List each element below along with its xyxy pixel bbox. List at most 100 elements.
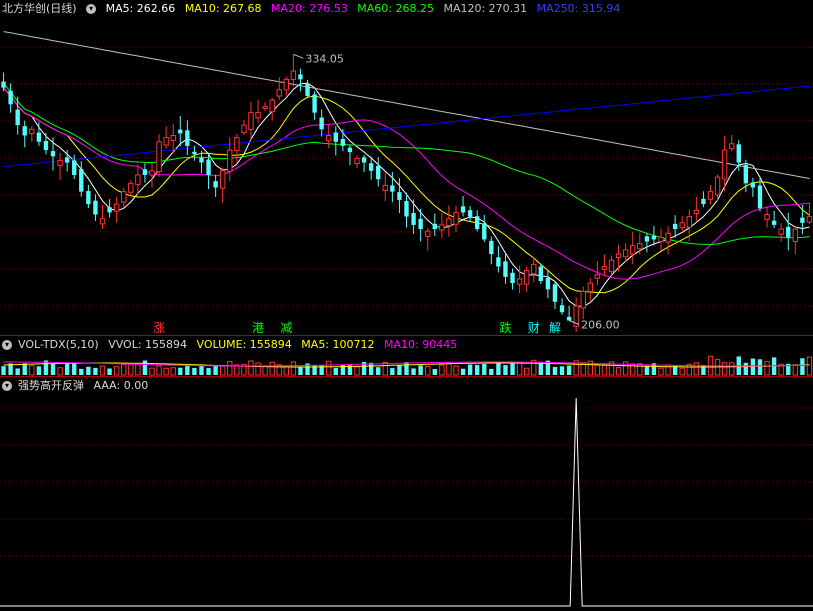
candle-body: [559, 305, 565, 313]
event-marker: 跌: [499, 320, 511, 335]
volume-bar: [503, 365, 508, 375]
event-marker: 港: [252, 321, 264, 335]
candle-body: [206, 159, 211, 175]
volume-bar: [800, 358, 805, 375]
panel-divider: [0, 376, 813, 377]
volume-bar: [290, 361, 297, 376]
vol-ma10-legend: MA10: 90445: [384, 338, 458, 351]
candle-body: [439, 224, 445, 231]
vvol-legend: VVOL: 155894: [108, 338, 188, 351]
candle-body: [269, 99, 275, 113]
candle-body: [489, 240, 494, 254]
ma120-line: [3, 31, 810, 179]
volume-bar: [510, 362, 515, 375]
ma10-legend: MA10: 267.68: [184, 2, 262, 15]
candle-body: [729, 143, 735, 150]
candle-body: [482, 223, 487, 240]
candle-body: [178, 129, 183, 134]
candle-body: [679, 222, 685, 229]
candle-body: [757, 185, 763, 209]
volume-bar: [135, 363, 141, 376]
volume-bar: [467, 364, 473, 375]
event-marker: 财: [528, 321, 540, 335]
candle-body: [686, 216, 692, 228]
volume-bar: [79, 368, 84, 375]
volume-bar: [262, 365, 268, 376]
indicator-title: 强势高开反弹: [18, 379, 84, 392]
volume-bar: [792, 364, 799, 376]
settings-icon[interactable]: ▾: [86, 4, 97, 14]
volume-bar: [418, 365, 423, 375]
volume-bar: [411, 368, 416, 375]
candle-body: [93, 200, 98, 215]
candle-body: [630, 245, 636, 255]
candle-body: [361, 157, 367, 163]
volume-bar: [64, 362, 70, 375]
candle-body: [213, 181, 218, 188]
chart-title: 北方华创(日线): [2, 2, 77, 15]
candle-body: [255, 112, 261, 119]
candle-body: [786, 226, 791, 238]
candle-body: [135, 174, 141, 185]
candle-body: [283, 78, 290, 91]
candle-body: [587, 282, 594, 293]
candle-body: [503, 261, 508, 277]
candle-body: [538, 266, 544, 282]
low-price-label: 206.00: [581, 319, 620, 332]
volume-bar: [496, 361, 501, 375]
candle-body: [192, 151, 197, 155]
vol-settings-icon[interactable]: ▾: [2, 340, 12, 350]
candle-body: [594, 274, 601, 279]
volume-bar: [298, 366, 303, 375]
candle-body: [665, 232, 671, 243]
volume-bar: [213, 365, 218, 375]
candle-body: [721, 149, 728, 180]
volume-bar: [439, 364, 445, 376]
candle-body: [199, 157, 204, 163]
volume-bar: [390, 368, 395, 375]
ma250-legend: MA250: 315.94: [536, 2, 621, 15]
volume-bar: [453, 365, 459, 376]
candle-body: [312, 94, 317, 113]
candle-body: [22, 126, 27, 136]
candle-body: [453, 211, 459, 225]
candle-body: [432, 223, 437, 230]
candle-body: [608, 259, 615, 273]
volume-bar: [368, 362, 374, 375]
volume-bar: [219, 365, 226, 376]
candle-body: [1, 81, 6, 88]
volume-bar: [72, 362, 77, 375]
candle-body: [376, 165, 381, 180]
candle-body: [241, 124, 247, 134]
volume-bar: [255, 362, 261, 376]
candle-body: [651, 235, 657, 240]
indicator-settings-icon[interactable]: ▾: [2, 381, 12, 391]
candle-body: [50, 151, 56, 157]
candle-body: [425, 230, 431, 237]
candle-body: [185, 130, 190, 146]
volume-bar: [489, 368, 494, 375]
candle-body: [368, 163, 374, 171]
volume-bar: [142, 360, 148, 375]
event-marker: 涨: [153, 320, 165, 335]
candle-body: [743, 164, 749, 184]
volume-bar: [93, 367, 98, 375]
aaa-legend: AAA: 0.00: [93, 379, 149, 392]
candle-body: [736, 144, 741, 163]
volume-bar: [806, 356, 813, 376]
candle-body: [644, 236, 650, 242]
candle-body: [113, 203, 120, 212]
volume-bar: [425, 365, 431, 376]
candle-body: [234, 137, 240, 151]
candle-body: [701, 198, 706, 205]
volume-bar: [185, 366, 190, 375]
volume-bar: [432, 368, 437, 375]
candle-body: [170, 135, 176, 141]
volume-bar: [475, 365, 480, 375]
candle-body: [411, 212, 416, 225]
volume-bar: [227, 361, 233, 376]
candle-body: [707, 191, 714, 200]
volume-bar: [107, 368, 112, 375]
volume-bar: [333, 368, 338, 375]
candle-body: [99, 218, 106, 225]
